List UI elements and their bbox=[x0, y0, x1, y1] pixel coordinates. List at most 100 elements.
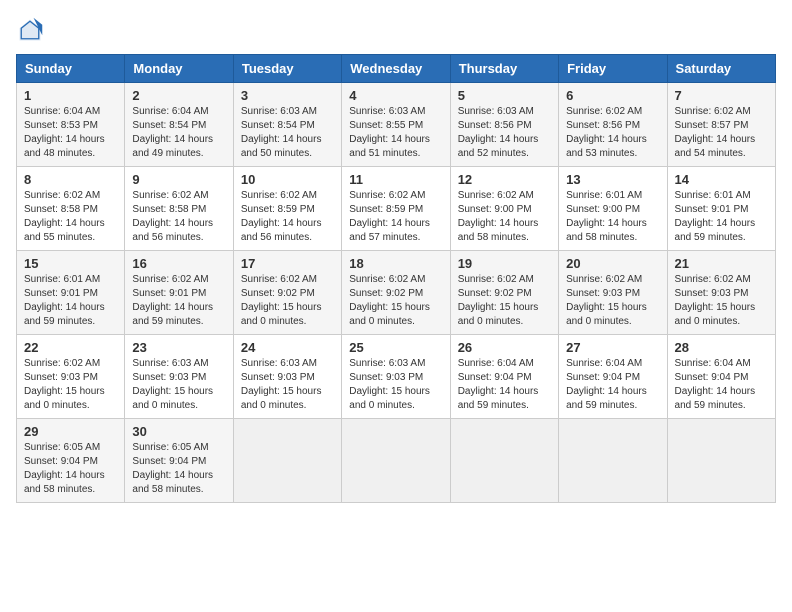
day-number: 27 bbox=[566, 340, 659, 355]
calendar-cell: 18 Sunrise: 6:02 AM Sunset: 9:02 PM Dayli… bbox=[342, 251, 450, 335]
calendar-cell: 15Sunrise: 6:01 AM Sunset: 9:01 PM Dayli… bbox=[17, 251, 125, 335]
calendar-week-5: 29 Sunrise: 6:05 AM Sunset: 9:04 PM Dayli… bbox=[17, 419, 776, 503]
page-header bbox=[16, 16, 776, 44]
calendar-cell: 26 Sunrise: 6:04 AM Sunset: 9:04 PM Dayli… bbox=[450, 335, 558, 419]
calendar-cell: 14 Sunrise: 6:01 AM Sunset: 9:01 PM Dayli… bbox=[667, 167, 775, 251]
day-number: 6 bbox=[566, 88, 659, 103]
day-number: 22 bbox=[24, 340, 117, 355]
calendar-cell: 6Sunrise: 6:02 AM Sunset: 8:56 PM Daylig… bbox=[559, 83, 667, 167]
header-sunday: Sunday bbox=[17, 55, 125, 83]
day-info: Sunrise: 6:02 AM Sunset: 9:03 PM Dayligh… bbox=[24, 357, 117, 413]
day-number: 5 bbox=[458, 88, 551, 103]
day-number: 30 bbox=[132, 424, 225, 439]
day-info: Sunrise: 6:04 AM Sunset: 8:54 PM Dayligh… bbox=[132, 105, 225, 161]
calendar-cell: 5 Sunrise: 6:03 AM Sunset: 8:56 PM Daylig… bbox=[450, 83, 558, 167]
day-info: Sunrise: 6:03 AM Sunset: 9:03 PM Dayligh… bbox=[349, 357, 442, 413]
day-number: 2 bbox=[132, 88, 225, 103]
calendar-cell bbox=[450, 419, 558, 503]
day-info: Sunrise: 6:01 AM Sunset: 9:00 PM Dayligh… bbox=[566, 189, 659, 245]
header-wednesday: Wednesday bbox=[342, 55, 450, 83]
day-number: 14 bbox=[675, 172, 768, 187]
day-number: 11 bbox=[349, 172, 442, 187]
day-number: 29 bbox=[24, 424, 117, 439]
calendar-cell bbox=[559, 419, 667, 503]
calendar-cell: 7Sunrise: 6:02 AM Sunset: 8:57 PM Daylig… bbox=[667, 83, 775, 167]
day-number: 24 bbox=[241, 340, 334, 355]
day-info: Sunrise: 6:02 AM Sunset: 9:02 PM Dayligh… bbox=[349, 273, 442, 329]
calendar-header-row: SundayMondayTuesdayWednesdayThursdayFrid… bbox=[17, 55, 776, 83]
day-number: 16 bbox=[132, 256, 225, 271]
calendar-cell: 21Sunrise: 6:02 AM Sunset: 9:03 PM Dayli… bbox=[667, 251, 775, 335]
calendar-cell: 22 Sunrise: 6:02 AM Sunset: 9:03 PM Dayli… bbox=[17, 335, 125, 419]
day-info: Sunrise: 6:03 AM Sunset: 9:03 PM Dayligh… bbox=[132, 357, 225, 413]
day-number: 26 bbox=[458, 340, 551, 355]
calendar-cell: 27 Sunrise: 6:04 AM Sunset: 9:04 PM Dayli… bbox=[559, 335, 667, 419]
day-info: Sunrise: 6:02 AM Sunset: 8:57 PM Dayligh… bbox=[675, 105, 768, 161]
day-info: Sunrise: 6:04 AM Sunset: 9:04 PM Dayligh… bbox=[458, 357, 551, 413]
day-number: 18 bbox=[349, 256, 442, 271]
day-number: 19 bbox=[458, 256, 551, 271]
calendar-cell: 16 Sunrise: 6:02 AM Sunset: 9:01 PM Dayli… bbox=[125, 251, 233, 335]
day-info: Sunrise: 6:02 AM Sunset: 9:02 PM Dayligh… bbox=[241, 273, 334, 329]
day-info: Sunrise: 6:02 AM Sunset: 9:03 PM Dayligh… bbox=[675, 273, 768, 329]
day-number: 12 bbox=[458, 172, 551, 187]
calendar-cell: 29 Sunrise: 6:05 AM Sunset: 9:04 PM Dayli… bbox=[17, 419, 125, 503]
calendar-cell: 4 Sunrise: 6:03 AM Sunset: 8:55 PM Daylig… bbox=[342, 83, 450, 167]
day-number: 25 bbox=[349, 340, 442, 355]
day-number: 23 bbox=[132, 340, 225, 355]
day-number: 10 bbox=[241, 172, 334, 187]
header-tuesday: Tuesday bbox=[233, 55, 341, 83]
calendar-week-3: 15Sunrise: 6:01 AM Sunset: 9:01 PM Dayli… bbox=[17, 251, 776, 335]
day-info: Sunrise: 6:03 AM Sunset: 8:56 PM Dayligh… bbox=[458, 105, 551, 161]
calendar-week-1: 1Sunrise: 6:04 AM Sunset: 8:53 PM Daylig… bbox=[17, 83, 776, 167]
day-info: Sunrise: 6:01 AM Sunset: 9:01 PM Dayligh… bbox=[675, 189, 768, 245]
day-info: Sunrise: 6:02 AM Sunset: 9:02 PM Dayligh… bbox=[458, 273, 551, 329]
calendar-cell: 13 Sunrise: 6:01 AM Sunset: 9:00 PM Dayli… bbox=[559, 167, 667, 251]
day-info: Sunrise: 6:04 AM Sunset: 9:04 PM Dayligh… bbox=[566, 357, 659, 413]
day-number: 15 bbox=[24, 256, 117, 271]
day-number: 17 bbox=[241, 256, 334, 271]
calendar-cell: 30Sunrise: 6:05 AM Sunset: 9:04 PM Dayli… bbox=[125, 419, 233, 503]
calendar-cell: 23 Sunrise: 6:03 AM Sunset: 9:03 PM Dayli… bbox=[125, 335, 233, 419]
day-info: Sunrise: 6:02 AM Sunset: 8:58 PM Dayligh… bbox=[24, 189, 117, 245]
calendar-table: SundayMondayTuesdayWednesdayThursdayFrid… bbox=[16, 54, 776, 503]
calendar-cell: 19 Sunrise: 6:02 AM Sunset: 9:02 PM Dayli… bbox=[450, 251, 558, 335]
day-number: 4 bbox=[349, 88, 442, 103]
calendar-cell bbox=[667, 419, 775, 503]
day-info: Sunrise: 6:02 AM Sunset: 8:59 PM Dayligh… bbox=[241, 189, 334, 245]
logo-icon bbox=[16, 16, 44, 44]
calendar-cell: 20 Sunrise: 6:02 AM Sunset: 9:03 PM Dayli… bbox=[559, 251, 667, 335]
day-info: Sunrise: 6:03 AM Sunset: 8:54 PM Dayligh… bbox=[241, 105, 334, 161]
day-info: Sunrise: 6:04 AM Sunset: 9:04 PM Dayligh… bbox=[675, 357, 768, 413]
day-info: Sunrise: 6:05 AM Sunset: 9:04 PM Dayligh… bbox=[24, 441, 117, 497]
day-info: Sunrise: 6:04 AM Sunset: 8:53 PM Dayligh… bbox=[24, 105, 117, 161]
calendar-cell bbox=[233, 419, 341, 503]
header-thursday: Thursday bbox=[450, 55, 558, 83]
calendar-week-4: 22 Sunrise: 6:02 AM Sunset: 9:03 PM Dayli… bbox=[17, 335, 776, 419]
day-number: 20 bbox=[566, 256, 659, 271]
day-info: Sunrise: 6:02 AM Sunset: 9:01 PM Dayligh… bbox=[132, 273, 225, 329]
calendar-cell: 25 Sunrise: 6:03 AM Sunset: 9:03 PM Dayli… bbox=[342, 335, 450, 419]
calendar-cell: 8 Sunrise: 6:02 AM Sunset: 8:58 PM Daylig… bbox=[17, 167, 125, 251]
calendar-cell: 1Sunrise: 6:04 AM Sunset: 8:53 PM Daylig… bbox=[17, 83, 125, 167]
day-number: 8 bbox=[24, 172, 117, 187]
day-info: Sunrise: 6:02 AM Sunset: 9:03 PM Dayligh… bbox=[566, 273, 659, 329]
calendar-cell: 3 Sunrise: 6:03 AM Sunset: 8:54 PM Daylig… bbox=[233, 83, 341, 167]
logo bbox=[16, 16, 48, 44]
calendar-cell: 11Sunrise: 6:02 AM Sunset: 8:59 PM Dayli… bbox=[342, 167, 450, 251]
day-info: Sunrise: 6:02 AM Sunset: 8:58 PM Dayligh… bbox=[132, 189, 225, 245]
day-number: 28 bbox=[675, 340, 768, 355]
calendar-cell: 24 Sunrise: 6:03 AM Sunset: 9:03 PM Dayli… bbox=[233, 335, 341, 419]
day-info: Sunrise: 6:03 AM Sunset: 9:03 PM Dayligh… bbox=[241, 357, 334, 413]
day-number: 3 bbox=[241, 88, 334, 103]
calendar-week-2: 8 Sunrise: 6:02 AM Sunset: 8:58 PM Daylig… bbox=[17, 167, 776, 251]
day-number: 9 bbox=[132, 172, 225, 187]
calendar-cell: 2 Sunrise: 6:04 AM Sunset: 8:54 PM Daylig… bbox=[125, 83, 233, 167]
header-monday: Monday bbox=[125, 55, 233, 83]
day-info: Sunrise: 6:03 AM Sunset: 8:55 PM Dayligh… bbox=[349, 105, 442, 161]
calendar-cell: 9 Sunrise: 6:02 AM Sunset: 8:58 PM Daylig… bbox=[125, 167, 233, 251]
day-number: 13 bbox=[566, 172, 659, 187]
header-saturday: Saturday bbox=[667, 55, 775, 83]
calendar-cell: 12Sunrise: 6:02 AM Sunset: 9:00 PM Dayli… bbox=[450, 167, 558, 251]
calendar-cell: 28 Sunrise: 6:04 AM Sunset: 9:04 PM Dayli… bbox=[667, 335, 775, 419]
